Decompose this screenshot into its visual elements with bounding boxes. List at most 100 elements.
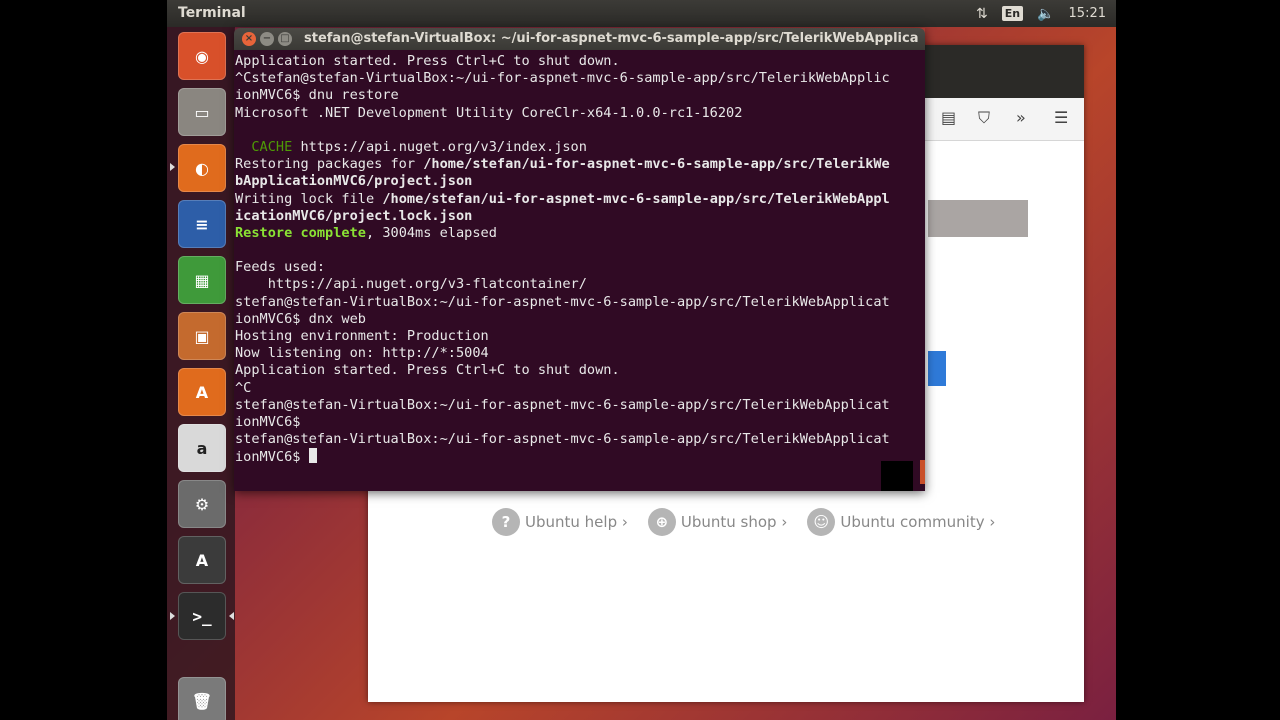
- line-text: ionMVC6$: [235, 413, 301, 430]
- path-text: bApplicationMVC6/project.json: [235, 173, 473, 190]
- link-label: Ubuntu shop ›: [680, 513, 788, 531]
- line-text: ^Cstefan@stefan-VirtualBox:~/ui-for-aspn…: [235, 70, 890, 87]
- terminal-line: Feeds used:: [235, 259, 890, 276]
- minimize-icon[interactable]: −: [260, 32, 274, 46]
- path-text: icationMVC6/project.lock.json: [235, 207, 473, 224]
- line-text: stefan@stefan-VirtualBox:~/ui-for-aspnet…: [235, 431, 890, 448]
- terminal-body[interactable]: Application started. Press Ctrl+C to shu…: [234, 50, 925, 491]
- search-bar[interactable]: [928, 200, 1028, 237]
- volume-icon[interactable]: 🔈: [1037, 6, 1054, 22]
- software-updater-icon[interactable]: A: [178, 536, 226, 584]
- pocket-icon[interactable]: ⛉: [978, 108, 990, 128]
- path-text: /home/stefan/ui-for-aspnet-mvc-6-sample-…: [382, 190, 890, 207]
- terminal-line: https://api.nuget.org/v3-flatcontainer/: [235, 276, 890, 293]
- line-text: Microsoft .NET Development Utility CoreC…: [235, 104, 743, 121]
- text-cursor: [308, 448, 317, 464]
- line-text: , 3004ms elapsed: [365, 224, 497, 241]
- link-ubuntu-help[interactable]: ? Ubuntu help ›: [492, 508, 628, 536]
- line-text: Hosting environment: Production: [235, 328, 489, 344]
- terminal-line: Restore complete, 3004ms elapsed: [235, 225, 890, 242]
- success-text: Restore complete: [235, 224, 366, 241]
- link-label: Ubuntu community ›: [840, 513, 996, 531]
- running-indicator: [170, 612, 175, 620]
- terminal-line: icationMVC6/project.lock.json: [235, 208, 890, 225]
- terminal-title: stefan@stefan-VirtualBox: ~/ui-for-aspne…: [304, 31, 918, 46]
- clock[interactable]: 15:21: [1069, 6, 1106, 21]
- line-text: ionMVC6$: [235, 449, 309, 466]
- terminal-line: ionMVC6$: [235, 414, 890, 431]
- path-text: /home/stefan/ui-for-aspnet-mvc-6-sample-…: [423, 156, 890, 173]
- link-label: Ubuntu help ›: [525, 513, 628, 531]
- terminal-line: bApplicationMVC6/project.json: [235, 173, 890, 190]
- link-ubuntu-community[interactable]: ☺ Ubuntu community ›: [807, 508, 995, 536]
- line-text: ionMVC6$ dnu restore: [235, 87, 399, 104]
- amazon-icon[interactable]: a: [178, 424, 226, 472]
- terminal-line: ^Cstefan@stefan-VirtualBox:~/ui-for-aspn…: [235, 70, 890, 87]
- terminal-line: Application started. Press Ctrl+C to shu…: [235, 362, 890, 379]
- close-icon[interactable]: ×: [242, 32, 256, 46]
- line-text: Now listening on: http://*:5004: [235, 345, 489, 362]
- artifact-edge: [920, 460, 925, 484]
- libreoffice-impress-icon[interactable]: ▣: [178, 312, 226, 360]
- help-icon: ?: [492, 508, 520, 536]
- terminal-line: ionMVC6$ dnu restore: [235, 87, 890, 104]
- terminal-line: Hosting environment: Production: [235, 328, 890, 345]
- line-text: https://api.nuget.org/v3/index.json: [292, 138, 587, 155]
- terminal-titlebar[interactable]: × − □ stefan@stefan-VirtualBox: ~/ui-for…: [234, 28, 925, 50]
- line-text: Application started. Press Ctrl+C to shu…: [235, 362, 620, 379]
- line-text: ionMVC6$ dnx web: [235, 310, 366, 327]
- maximize-icon[interactable]: □: [278, 32, 292, 46]
- software-center-icon[interactable]: A: [178, 368, 226, 416]
- libreoffice-calc-icon[interactable]: ▦: [178, 256, 226, 304]
- line-text: Restoring packages for: [235, 156, 424, 173]
- firefox-icon[interactable]: ◐: [178, 144, 226, 192]
- terminal-line: stefan@stefan-VirtualBox:~/ui-for-aspnet…: [235, 431, 890, 448]
- cache-label: CACHE: [251, 138, 293, 155]
- line-text: Application started. Press Ctrl+C to shu…: [235, 53, 620, 69]
- terminal-line: stefan@stefan-VirtualBox:~/ui-for-aspnet…: [235, 294, 890, 311]
- ubuntu-dash-icon[interactable]: ◉: [178, 32, 226, 80]
- desktop: ▤ ⛉ » ☰ ? Ubuntu help › ⊕ Ubuntu shop › …: [167, 0, 1116, 720]
- launcher: ◉ ▭ ◐ ≡ ▦ ▣ A a ⚙ A >_ 🗑: [167, 27, 235, 720]
- terminal-icon[interactable]: >_: [178, 592, 226, 640]
- libreoffice-writer-icon[interactable]: ≡: [178, 200, 226, 248]
- search-button[interactable]: [928, 351, 946, 386]
- line-text: stefan@stefan-VirtualBox:~/ui-for-aspnet…: [235, 293, 890, 310]
- system-settings-icon[interactable]: ⚙: [178, 480, 226, 528]
- active-app-title: Terminal: [178, 5, 246, 21]
- link-ubuntu-shop[interactable]: ⊕ Ubuntu shop ›: [647, 508, 788, 536]
- terminal-line: Restoring packages for /home/stefan/ui-f…: [235, 156, 890, 173]
- running-indicator: [170, 163, 175, 171]
- terminal-window[interactable]: × − □ stefan@stefan-VirtualBox: ~/ui-for…: [234, 28, 925, 491]
- terminal-line: ionMVC6$: [235, 448, 890, 465]
- network-icon[interactable]: ⇅: [976, 6, 988, 22]
- terminal-line: Microsoft .NET Development Utility CoreC…: [235, 105, 890, 122]
- files-icon[interactable]: ▭: [178, 88, 226, 136]
- terminal-line: Writing lock file /home/stefan/ui-for-as…: [235, 191, 890, 208]
- terminal-line: Now listening on: http://*:5004: [235, 345, 890, 362]
- line-text: Feeds used:: [235, 259, 326, 276]
- terminal-output: Application started. Press Ctrl+C to shu…: [235, 53, 890, 466]
- line-text: Writing lock file: [235, 190, 383, 207]
- top-panel: Terminal ⇅ En 🔈 15:21: [167, 0, 1116, 27]
- terminal-line: Application started. Press Ctrl+C to shu…: [235, 53, 890, 70]
- hamburger-menu-icon[interactable]: ☰: [1054, 108, 1068, 127]
- line-text: stefan@stefan-VirtualBox:~/ui-for-aspnet…: [235, 396, 890, 413]
- artifact-block: [881, 461, 913, 491]
- keyboard-layout-indicator[interactable]: En: [1001, 6, 1024, 21]
- terminal-line: stefan@stefan-VirtualBox:~/ui-for-aspnet…: [235, 397, 890, 414]
- ubuntu-links: ? Ubuntu help › ⊕ Ubuntu shop › ☺ Ubuntu…: [492, 508, 995, 536]
- trash-icon[interactable]: 🗑: [178, 677, 226, 720]
- reader-view-icon[interactable]: ▤: [941, 108, 956, 127]
- shop-icon: ⊕: [647, 508, 676, 536]
- line-text: https://api.nuget.org/v3-flatcontainer/: [235, 276, 587, 293]
- community-icon: ☺: [807, 508, 836, 536]
- focused-indicator: [229, 612, 234, 620]
- line-text: ^C: [235, 379, 252, 396]
- terminal-line: CACHE https://api.nuget.org/v3/index.jso…: [235, 139, 890, 156]
- overflow-chevron-icon[interactable]: »: [1016, 108, 1026, 127]
- terminal-line: ionMVC6$ dnx web: [235, 311, 890, 328]
